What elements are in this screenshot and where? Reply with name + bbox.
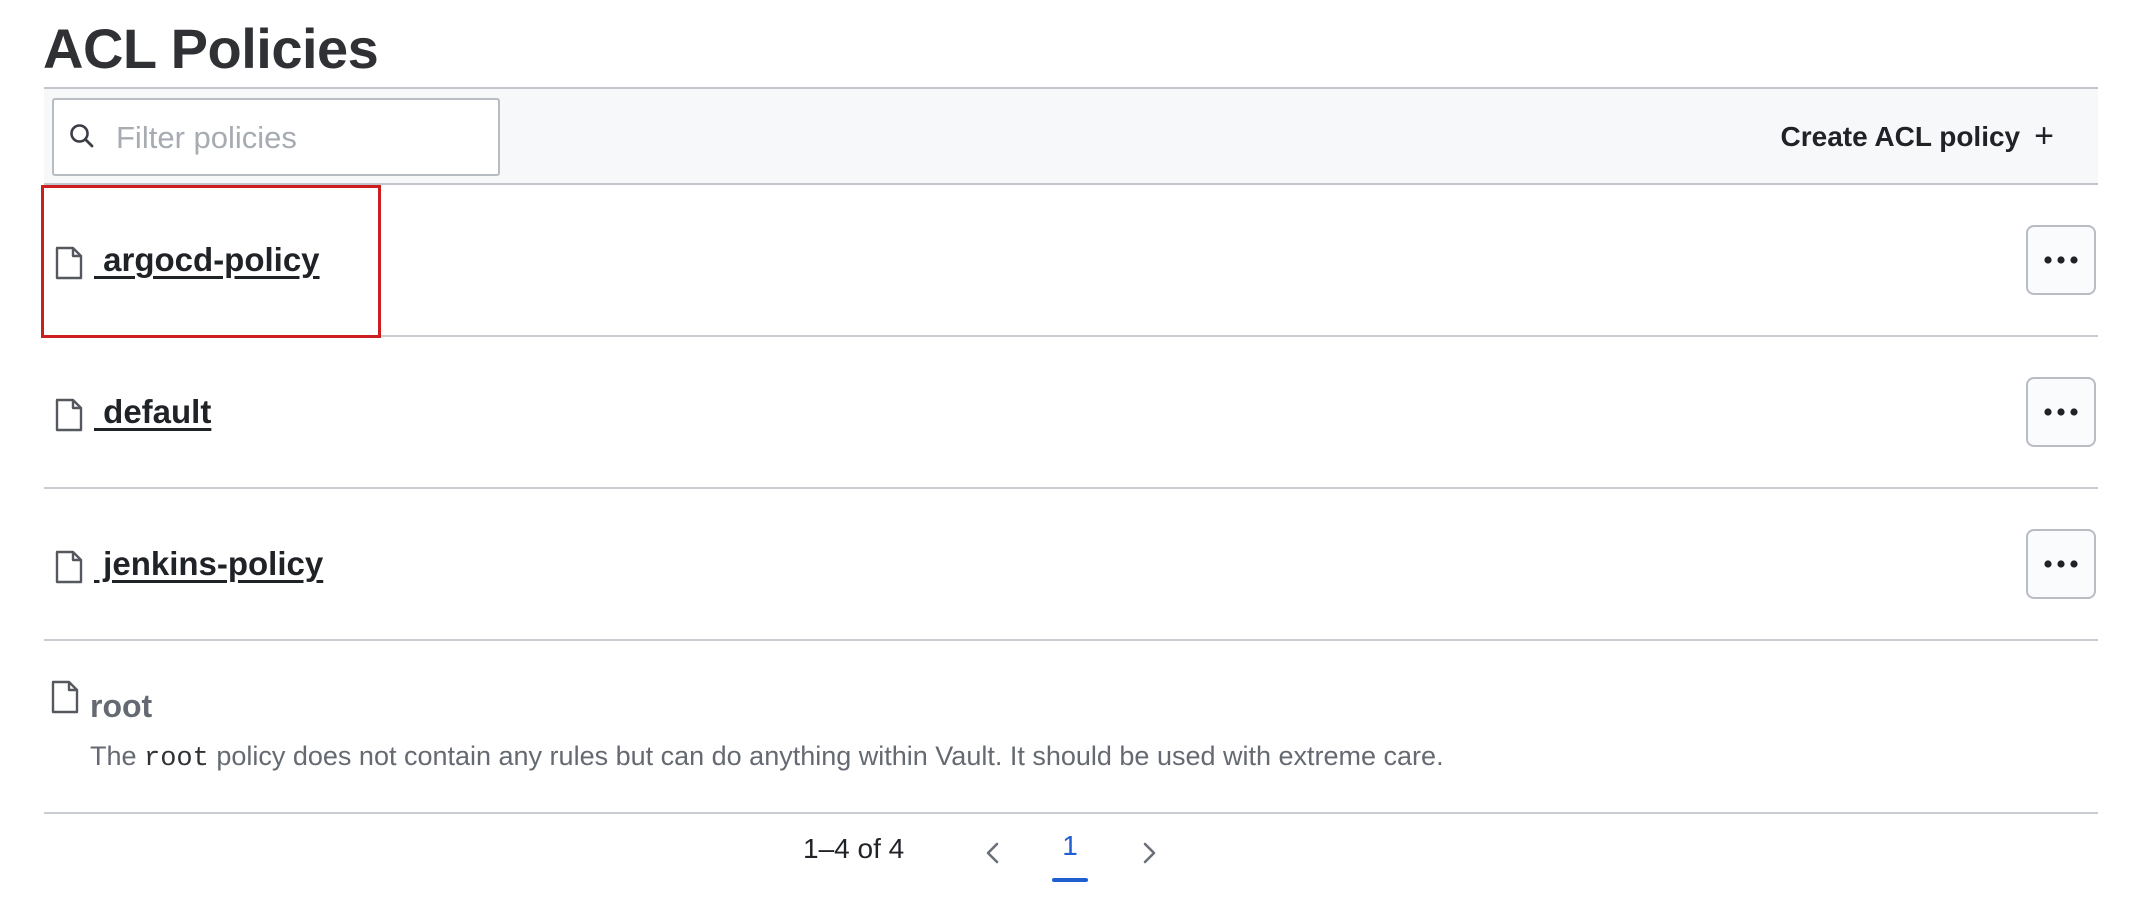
- root-desc-suffix: policy does not contain any rules but ca…: [208, 741, 1444, 771]
- create-acl-policy-button[interactable]: Create ACL policy +: [1781, 109, 2055, 165]
- pagination-info: 1–4 of 4: [803, 833, 905, 864]
- root-policy-name: root: [90, 688, 153, 724]
- more-actions-button[interactable]: [2026, 377, 2096, 447]
- chevron-left-icon[interactable]: [978, 838, 1008, 868]
- page-title: ACL Policies: [43, 17, 379, 80]
- chevron-right-icon[interactable]: [1134, 838, 1164, 868]
- filter-box[interactable]: [52, 98, 500, 176]
- active-page-indicator: [1052, 878, 1088, 882]
- file-icon: [55, 398, 83, 432]
- pagination-page-1[interactable]: 1: [1052, 830, 1088, 882]
- root-policy-description: The root policy does not contain any rul…: [90, 741, 1444, 774]
- root-desc-code: root: [144, 744, 209, 774]
- file-icon: [55, 550, 83, 584]
- highlight-box: [41, 185, 381, 338]
- policy-link-default[interactable]: default: [94, 393, 211, 431]
- pagination-page-label: 1: [1062, 830, 1078, 861]
- create-acl-policy-label: Create ACL policy: [1780, 121, 2021, 152]
- plus-icon: +: [2034, 117, 2054, 155]
- file-icon: [51, 680, 79, 714]
- root-policy-row: root The root policy does not contain an…: [44, 642, 2098, 814]
- policy-row: jenkins-policy: [44, 489, 2098, 641]
- ellipsis-icon: [2044, 256, 2078, 264]
- toolbar: Create ACL policy +: [44, 87, 2098, 185]
- policy-row: default: [44, 337, 2098, 489]
- policy-link-jenkins-policy[interactable]: jenkins-policy: [94, 545, 323, 583]
- root-desc-prefix: The: [90, 741, 145, 771]
- filter-policies-input[interactable]: [114, 108, 488, 168]
- search-icon: [70, 124, 94, 148]
- more-actions-button[interactable]: [2026, 529, 2096, 599]
- ellipsis-icon: [2044, 560, 2078, 568]
- ellipsis-icon: [2044, 408, 2078, 416]
- more-actions-button[interactable]: [2026, 225, 2096, 295]
- page: ACL Policies Create ACL policy + argocd-…: [0, 0, 2140, 904]
- pagination: 1–4 of 4 1: [0, 822, 2140, 892]
